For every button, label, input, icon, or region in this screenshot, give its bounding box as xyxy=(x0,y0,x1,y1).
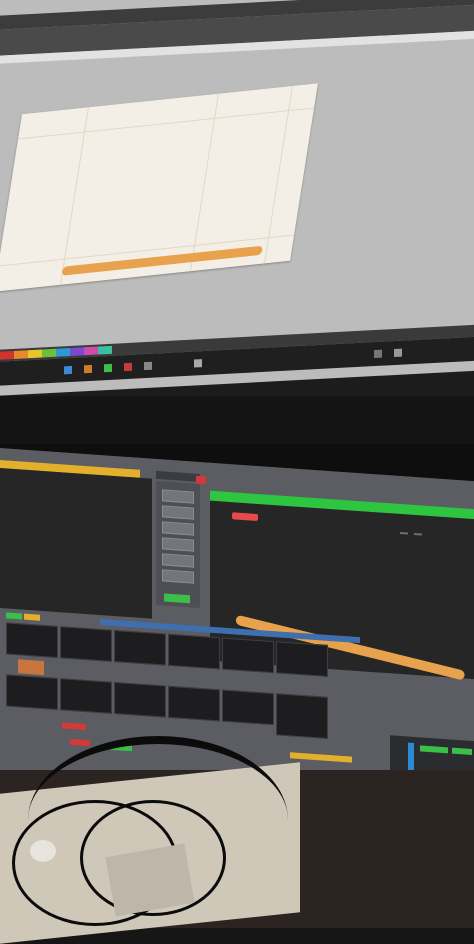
color-swatch[interactable] xyxy=(0,350,14,360)
input-thumbnail[interactable] xyxy=(276,693,328,739)
color-swatch[interactable] xyxy=(56,348,70,357)
transition-button[interactable] xyxy=(162,489,194,504)
input-thumbnail[interactable] xyxy=(222,689,274,726)
input-thumbnail[interactable] xyxy=(222,637,274,674)
program-controls xyxy=(400,531,422,536)
transition-button[interactable] xyxy=(162,569,194,584)
toolbar-items xyxy=(2,69,18,70)
transition-panel-title xyxy=(156,470,200,482)
taskbar-app-icon[interactable] xyxy=(84,364,92,374)
audio-channel-header[interactable] xyxy=(420,745,448,754)
transition-button[interactable] xyxy=(162,537,194,552)
tray-icon[interactable] xyxy=(394,348,402,358)
taskbar-app-icon[interactable] xyxy=(194,359,202,368)
color-swatch[interactable] xyxy=(98,345,112,355)
cut-button[interactable] xyxy=(70,738,90,747)
input-thumbnail[interactable] xyxy=(114,681,166,718)
preview-tally-strip xyxy=(290,752,352,763)
transition-panel xyxy=(156,470,200,608)
program-button[interactable] xyxy=(400,531,408,535)
design-app-screen xyxy=(0,0,474,397)
color-swatch[interactable] xyxy=(42,348,56,358)
live-badge xyxy=(232,512,258,522)
input-thumbnail[interactable] xyxy=(114,629,166,666)
input-thumbnail[interactable] xyxy=(276,641,328,677)
transition-button[interactable] xyxy=(162,521,194,536)
color-swatch[interactable] xyxy=(84,346,98,356)
auto-transition-button[interactable] xyxy=(164,593,190,604)
input-thumbnail[interactable] xyxy=(168,633,220,670)
bank-header[interactable] xyxy=(6,612,22,620)
upper-monitor xyxy=(0,0,474,430)
input-thumbnail[interactable] xyxy=(6,622,58,659)
record-toggle[interactable] xyxy=(196,475,206,485)
taskbar-app-icon[interactable] xyxy=(144,361,152,371)
color-swatch[interactable] xyxy=(70,347,84,357)
bank-header[interactable] xyxy=(24,613,40,621)
input-thumbnail[interactable] xyxy=(168,685,220,722)
input-thumbnail[interactable] xyxy=(60,626,112,662)
audio-channel-header[interactable] xyxy=(452,747,472,756)
taskbar-app-icon[interactable] xyxy=(124,362,132,372)
taskbar-app-icon[interactable] xyxy=(104,363,112,373)
color-swatch[interactable] xyxy=(28,349,42,359)
taskbar-app-icon[interactable] xyxy=(64,365,72,375)
transition-button[interactable] xyxy=(162,553,194,568)
input-thumbnail[interactable] xyxy=(60,678,112,714)
input-thumbnail-image xyxy=(18,659,44,676)
preview-monitor[interactable] xyxy=(0,468,152,619)
guide-line xyxy=(17,107,315,140)
color-swatch[interactable] xyxy=(14,350,28,359)
input-grid-row xyxy=(6,674,366,739)
earbud xyxy=(30,840,56,862)
cut-button[interactable] xyxy=(62,722,86,731)
lower-third-bar[interactable] xyxy=(61,245,263,276)
tray-icon[interactable] xyxy=(374,349,382,359)
monitor-bezel xyxy=(0,396,474,446)
transition-button[interactable] xyxy=(162,505,194,520)
input-thumbnail[interactable] xyxy=(6,674,58,711)
artboard-document[interactable] xyxy=(0,83,318,292)
program-button[interactable] xyxy=(414,532,422,536)
